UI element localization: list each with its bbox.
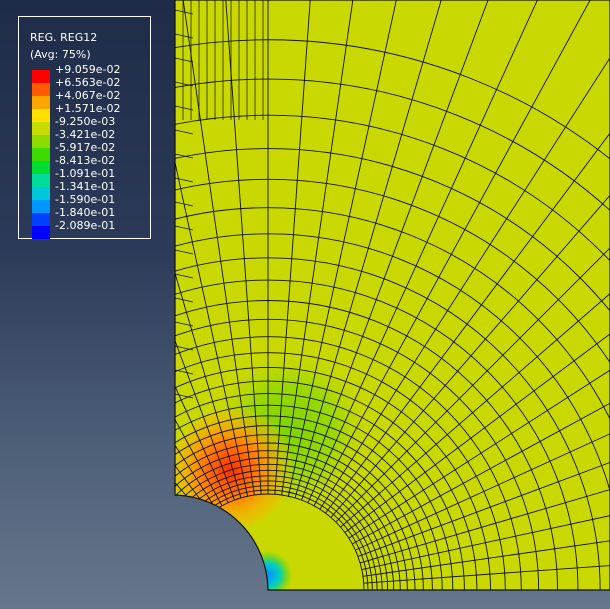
legend-swatch — [32, 213, 50, 226]
legend-label: -8.413e-02 — [55, 154, 116, 167]
legend-swatch — [32, 70, 50, 83]
legend-swatch — [32, 96, 50, 109]
legend-swatch — [32, 187, 50, 200]
legend-label: -2.089e-01 — [55, 219, 116, 232]
legend-label: -1.091e-01 — [55, 167, 116, 180]
legend-label: +9.059e-02 — [55, 63, 121, 76]
legend-label: -5.917e-02 — [55, 141, 116, 154]
legend-title: REG. REG12 — [30, 31, 98, 44]
legend-label: -9.250e-03 — [55, 115, 116, 128]
legend-label: -1.341e-01 — [55, 180, 116, 193]
legend-label: -3.421e-02 — [55, 128, 116, 141]
legend-color-bar — [32, 70, 50, 239]
legend-swatch — [32, 226, 50, 239]
legend-swatch — [32, 161, 50, 174]
legend-swatch — [32, 83, 50, 96]
legend-subtitle: (Avg: 75%) — [30, 48, 91, 61]
legend-label: +4.067e-02 — [55, 89, 121, 102]
legend-label: -1.590e-01 — [55, 193, 116, 206]
contour-legend: REG. REG12 (Avg: 75%) +9.059e-02 +6.563e… — [18, 16, 151, 239]
legend-label: +6.563e-02 — [55, 76, 121, 89]
legend-label: -1.840e-01 — [55, 206, 116, 219]
legend-swatch — [32, 109, 50, 122]
legend-swatch — [32, 174, 50, 187]
legend-label: +1.571e-02 — [55, 102, 121, 115]
legend-swatch — [32, 122, 50, 135]
viewport[interactable]: REG. REG12 (Avg: 75%) +9.059e-02 +6.563e… — [0, 0, 610, 609]
legend-swatch — [32, 148, 50, 161]
legend-swatch — [32, 200, 50, 213]
legend-labels: +9.059e-02 +6.563e-02 +4.067e-02 +1.571e… — [55, 63, 120, 232]
legend-swatch — [32, 135, 50, 148]
